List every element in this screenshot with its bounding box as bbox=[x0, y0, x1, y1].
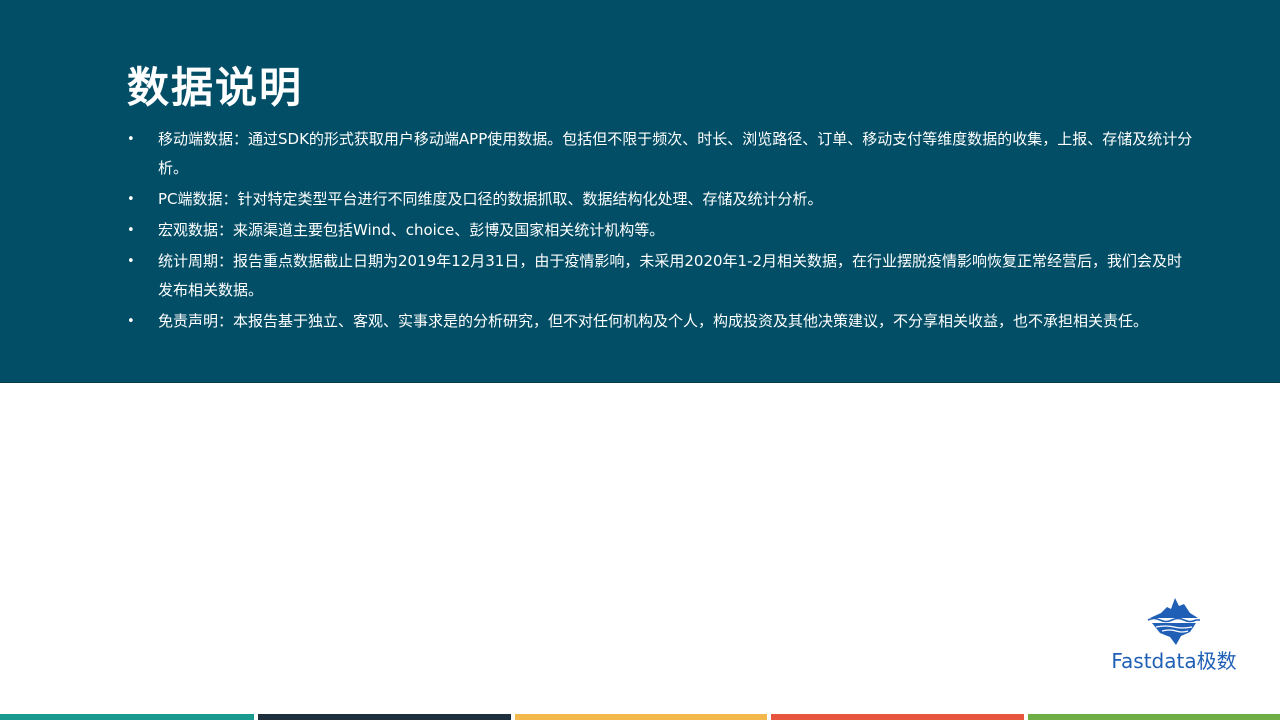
list-item: • 移动端数据：通过SDK的形式获取用户移动端APP使用数据。包括但不限于频次、… bbox=[127, 125, 1197, 183]
list-item: • 免责声明：本报告基于独立、客观、实事求是的分析研究，但不对任何机构及个人，构… bbox=[127, 307, 1197, 336]
notes-list: • 移动端数据：通过SDK的形式获取用户移动端APP使用数据。包括但不限于频次、… bbox=[127, 125, 1197, 338]
footer-color-bars bbox=[0, 714, 1280, 720]
fastdata-logo: Fastdata极数 bbox=[1106, 596, 1242, 678]
footer-bar-green bbox=[1028, 714, 1280, 720]
bullet-icon: • bbox=[127, 223, 135, 238]
list-item-text: 宏观数据：来源渠道主要包括Wind、choice、彭博及国家相关统计机构等。 bbox=[158, 221, 665, 239]
list-item-text: PC端数据：针对特定类型平台进行不同维度及口径的数据抓取、数据结构化处理、存储及… bbox=[158, 190, 823, 208]
footer-bar-red bbox=[771, 714, 1024, 720]
bullet-icon: • bbox=[127, 132, 135, 147]
bullet-icon: • bbox=[127, 254, 135, 269]
iceberg-icon bbox=[1147, 598, 1200, 645]
bullet-icon: • bbox=[127, 314, 135, 329]
list-item-text: 统计周期：报告重点数据截止日期为2019年12月31日，由于疫情影响，未采用20… bbox=[158, 252, 1183, 299]
list-item: • PC端数据：针对特定类型平台进行不同维度及口径的数据抓取、数据结构化处理、存… bbox=[127, 185, 1197, 214]
footer-bar-teal bbox=[0, 714, 254, 720]
header-banner: 数据说明 • 移动端数据：通过SDK的形式获取用户移动端APP使用数据。包括但不… bbox=[0, 0, 1280, 383]
page-title: 数据说明 bbox=[127, 63, 304, 112]
footer-bar-navy bbox=[258, 714, 511, 720]
list-item: • 宏观数据：来源渠道主要包括Wind、choice、彭博及国家相关统计机构等。 bbox=[127, 216, 1197, 245]
bullet-icon: • bbox=[127, 192, 135, 207]
list-item-text: 免责声明：本报告基于独立、客观、实事求是的分析研究，但不对任何机构及个人，构成投… bbox=[158, 312, 1149, 330]
logo-text: Fastdata极数 bbox=[1111, 649, 1237, 673]
list-item-text: 移动端数据：通过SDK的形式获取用户移动端APP使用数据。包括但不限于频次、时长… bbox=[158, 130, 1193, 177]
list-item: • 统计周期：报告重点数据截止日期为2019年12月31日，由于疫情影响，未采用… bbox=[127, 247, 1197, 305]
footer-bar-yellow bbox=[515, 714, 767, 720]
